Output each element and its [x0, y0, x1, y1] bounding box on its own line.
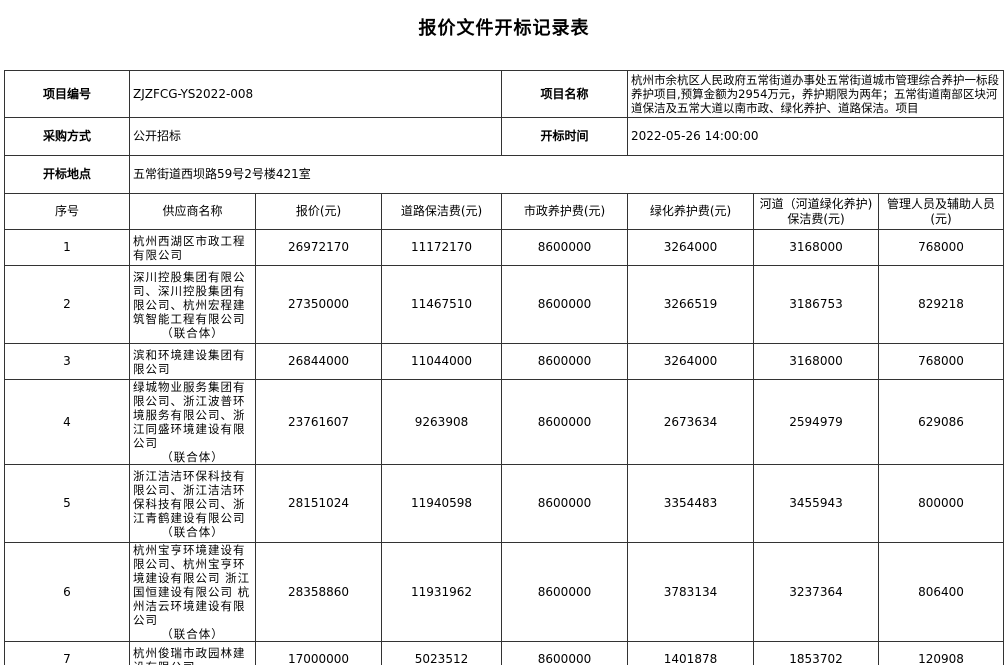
municipal-fee: 8600000 — [501, 641, 629, 665]
col-header-municipal: 市政养护费(元) — [501, 193, 629, 230]
supplier-name-text: 杭州宝亨环境建设有限公司、杭州宝亨环境建设有限公司 浙江国恒建设有限公司 杭州洁… — [133, 543, 251, 628]
bid-opening-record-table: 项目编号 ZJZFCG-YS2022-008 项目名称 杭州市余杭区人民政府五常… — [4, 70, 1005, 665]
river-fee: 3237364 — [753, 542, 880, 642]
table-row: 3 滨和环境建设集团有限公司 26844000 11044000 8600000… — [4, 343, 1005, 380]
staff-fee: 806400 — [878, 542, 1005, 642]
col-header-no: 序号 — [4, 193, 130, 230]
row-no: 3 — [4, 343, 130, 380]
supplier-name-text: 滨和环境建设集团有限公司 — [133, 347, 246, 376]
consortium-tag: （联合体） — [161, 524, 224, 539]
green-fee: 3264000 — [627, 343, 755, 380]
page: 报价文件开标记录表 项目编号 ZJZFCG-YS2022-008 项目名称 杭州… — [0, 0, 1008, 665]
supplier-name: 杭州西湖区市政工程有限公司 — [129, 229, 256, 266]
table-row: 1 杭州西湖区市政工程有限公司 26972170 11172170 860000… — [4, 229, 1005, 266]
supplier-name-text: 杭州俊瑞市政园林建设有限公司 — [133, 645, 246, 665]
project-no-value: ZJZFCG-YS2022-008 — [128, 70, 503, 118]
location-label: 开标地点 — [4, 155, 130, 194]
table-row: 6 杭州宝亨环境建设有限公司、杭州宝亨环境建设有限公司 浙江国恒建设有限公司 杭… — [4, 542, 1005, 642]
river-fee: 3186753 — [753, 265, 880, 344]
green-fee: 1401878 — [627, 641, 755, 665]
municipal-fee: 8600000 — [501, 542, 629, 642]
col-header-river: 河道（河道绿化养护)保洁费(元) — [753, 193, 880, 230]
river-fee: 3168000 — [753, 343, 880, 380]
price: 26844000 — [255, 343, 382, 380]
road-fee: 11931962 — [380, 542, 503, 642]
open-time-label: 开标时间 — [501, 117, 629, 156]
green-fee: 2673634 — [627, 379, 755, 465]
staff-fee: 768000 — [878, 343, 1005, 380]
info-row-method: 采购方式 公开招标 开标时间 2022-05-26 14:00:00 — [4, 117, 1005, 156]
row-no: 6 — [4, 542, 130, 642]
row-no: 7 — [4, 641, 130, 665]
municipal-fee: 8600000 — [501, 265, 629, 344]
col-header-road: 道路保洁费(元) — [380, 193, 503, 230]
supplier-name: 滨和环境建设集团有限公司 — [129, 343, 256, 380]
road-fee: 11467510 — [380, 265, 503, 344]
table-row: 2 深川控股集团有限公司、深川控股集团有限公司、杭州宏程建筑智能工程有限公司 （联… — [4, 265, 1005, 344]
table-row: 7 杭州俊瑞市政园林建设有限公司 17000000 5023512 860000… — [4, 641, 1005, 665]
river-fee: 3168000 — [753, 229, 880, 266]
staff-fee: 829218 — [878, 265, 1005, 344]
row-no: 5 — [4, 464, 130, 543]
municipal-fee: 8600000 — [501, 379, 629, 465]
supplier-name-text: 绿城物业服务集团有限公司、浙江波普环境服务有限公司、浙江同盛环境建设有限公司 — [133, 380, 246, 451]
consortium-tag: （联合体） — [161, 450, 224, 464]
project-name-label: 项目名称 — [501, 70, 629, 118]
green-fee: 3266519 — [627, 265, 755, 344]
river-fee: 3455943 — [753, 464, 880, 543]
open-time-value: 2022-05-26 14:00:00 — [627, 117, 1005, 156]
row-no: 4 — [4, 379, 130, 465]
project-name-value: 杭州市余杭区人民政府五常街道办事处五常街道城市管理综合养护一标段养护项目,预算金… — [627, 70, 1005, 118]
price: 17000000 — [255, 641, 382, 665]
info-row-project: 项目编号 ZJZFCG-YS2022-008 项目名称 杭州市余杭区人民政府五常… — [4, 70, 1005, 118]
staff-fee: 629086 — [878, 379, 1005, 465]
price: 28358860 — [255, 542, 382, 642]
municipal-fee: 8600000 — [501, 464, 629, 543]
row-no: 1 — [4, 229, 130, 266]
supplier-name: 深川控股集团有限公司、深川控股集团有限公司、杭州宏程建筑智能工程有限公司 （联合体… — [129, 265, 256, 344]
price: 23761607 — [255, 379, 382, 465]
municipal-fee: 8600000 — [501, 343, 629, 380]
staff-fee: 120908 — [878, 641, 1005, 665]
supplier-name: 杭州俊瑞市政园林建设有限公司 — [129, 641, 256, 665]
staff-fee: 768000 — [878, 229, 1005, 266]
supplier-name: 浙江洁洁环保科技有限公司、浙江洁洁环保科技有限公司、浙江青鹤建设有限公司 （联合体… — [129, 464, 256, 543]
table-row: 5 浙江洁洁环保科技有限公司、浙江洁洁环保科技有限公司、浙江青鹤建设有限公司 （联… — [4, 464, 1005, 543]
page-title: 报价文件开标记录表 — [418, 18, 590, 39]
river-fee: 1853702 — [753, 641, 880, 665]
municipal-fee: 8600000 — [501, 229, 629, 266]
road-fee: 11940598 — [380, 464, 503, 543]
table-row: 4 绿城物业服务集团有限公司、浙江波普环境服务有限公司、浙江同盛环境建设有限公司… — [4, 379, 1005, 465]
green-fee: 3783134 — [627, 542, 755, 642]
consortium-tag: （联合体） — [161, 325, 224, 340]
staff-fee: 800000 — [878, 464, 1005, 543]
river-fee: 2594979 — [753, 379, 880, 465]
road-fee: 11172170 — [380, 229, 503, 266]
price: 28151024 — [255, 464, 382, 543]
col-header-price: 报价(元) — [255, 193, 382, 230]
supplier-name-text: 浙江洁洁环保科技有限公司、浙江洁洁环保科技有限公司、浙江青鹤建设有限公司 — [133, 468, 246, 525]
consortium-tag: （联合体） — [161, 627, 224, 641]
col-header-staff: 管理人员及辅助人员(元) — [878, 193, 1005, 230]
col-header-green: 绿化养护费(元) — [627, 193, 755, 230]
info-row-location: 开标地点 五常街道西坝路59号2号楼421室 — [4, 155, 1005, 194]
price: 26972170 — [255, 229, 382, 266]
supplier-name-text: 杭州西湖区市政工程有限公司 — [133, 233, 246, 262]
road-fee: 11044000 — [380, 343, 503, 380]
road-fee: 5023512 — [380, 641, 503, 665]
project-no-label: 项目编号 — [4, 70, 130, 118]
location-value: 五常街道西坝路59号2号楼421室 — [128, 155, 1005, 194]
method-value: 公开招标 — [128, 117, 503, 156]
green-fee: 3264000 — [627, 229, 755, 266]
supplier-name: 绿城物业服务集团有限公司、浙江波普环境服务有限公司、浙江同盛环境建设有限公司 （联… — [129, 379, 256, 465]
row-no: 2 — [4, 265, 130, 344]
supplier-name-text: 深川控股集团有限公司、深川控股集团有限公司、杭州宏程建筑智能工程有限公司 — [133, 269, 246, 326]
col-header-supplier: 供应商名称 — [129, 193, 256, 230]
method-label: 采购方式 — [4, 117, 130, 156]
column-header-row: 序号 供应商名称 报价(元) 道路保洁费(元) 市政养护费(元) 绿化养护费(元… — [4, 193, 1005, 230]
price: 27350000 — [255, 265, 382, 344]
green-fee: 3354483 — [627, 464, 755, 543]
supplier-name: 杭州宝亨环境建设有限公司、杭州宝亨环境建设有限公司 浙江国恒建设有限公司 杭州洁… — [129, 542, 256, 642]
road-fee: 9263908 — [380, 379, 503, 465]
